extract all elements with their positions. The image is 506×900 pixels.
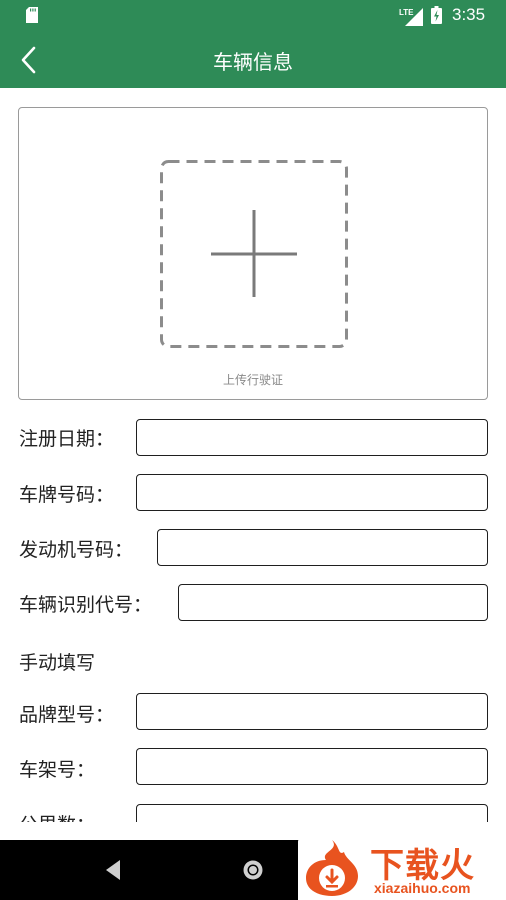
frame-number-label: 车架号： <box>19 759 96 781</box>
app-bar: 车辆信息 <box>0 32 506 88</box>
plate-number-label: 车牌号码： <box>19 484 115 506</box>
vehicle-form: 注册日期： 车牌号码： 发动机号码： 车辆识别代号： 手动填写 品牌型号： 车架… <box>0 400 506 822</box>
battery-charging-icon <box>431 6 442 24</box>
mileage-input[interactable] <box>136 804 488 822</box>
sd-card-icon <box>26 7 38 23</box>
registration-date-label: 注册日期： <box>19 428 115 450</box>
page-title: 车辆信息 <box>213 50 293 74</box>
nav-home-icon[interactable] <box>242 859 264 881</box>
plate-number-input[interactable] <box>136 474 488 511</box>
watermark: 下载火 xiazaihuo.com <box>298 836 506 900</box>
brand-model-input[interactable] <box>136 693 488 730</box>
engine-number-input[interactable] <box>157 529 488 566</box>
brand-model-label: 品牌型号： <box>19 704 115 726</box>
vin-label: 车辆识别代号： <box>19 594 153 616</box>
engine-number-label: 发动机号码： <box>19 539 134 561</box>
svg-text:LTE: LTE <box>399 8 414 17</box>
frame-number-input[interactable] <box>136 748 488 785</box>
mileage-label: 公里数： <box>19 810 95 822</box>
upload-label: 上传行驶证 <box>222 373 283 387</box>
plus-icon <box>160 160 348 348</box>
vin-input[interactable] <box>178 584 488 621</box>
lte-signal-icon: LTE <box>399 8 423 26</box>
flame-logo-icon <box>306 840 358 896</box>
upload-license-area[interactable]: 上传行驶证 <box>18 107 488 400</box>
status-bar: LTE 3:35 <box>0 0 506 32</box>
manual-entry-heading: 手动填写 <box>19 652 96 674</box>
watermark-url: xiazaihuo.com <box>374 880 471 896</box>
registration-date-input[interactable] <box>136 419 488 456</box>
status-time: 3:35 <box>452 5 486 24</box>
nav-back-icon[interactable] <box>104 859 122 881</box>
